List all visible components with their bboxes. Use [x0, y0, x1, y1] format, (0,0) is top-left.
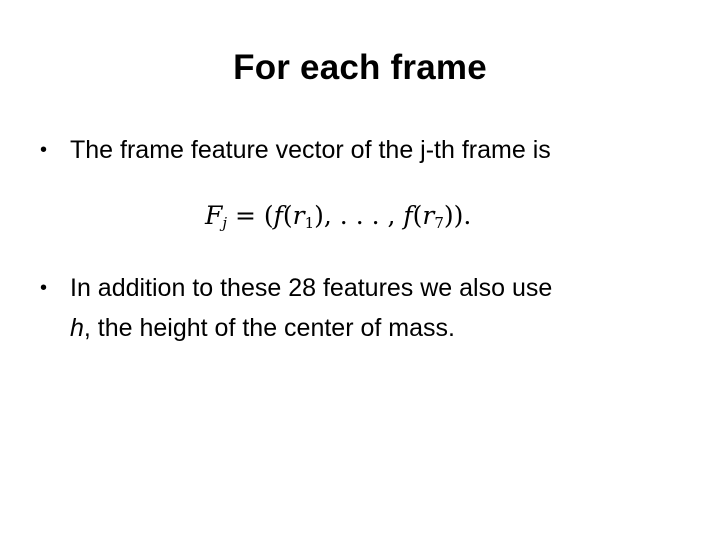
bullet-text-line2: , the height of the center of mass. — [83, 314, 455, 342]
formula-paren-open-1: ( — [282, 201, 293, 230]
feature-vector-formula: Fj = (f(r1), . . . , f(r7)). — [205, 196, 471, 243]
formula-f1: f — [273, 201, 283, 230]
formula-open: ( — [263, 201, 274, 230]
bullet-text-line1: In addition to these 28 features we also… — [70, 274, 553, 302]
bullet-item: • The frame feature vector of the j-th f… — [40, 130, 670, 170]
bullet-text: In addition to these 28 features we also… — [70, 268, 670, 348]
formula-arg2-sub: 7 — [434, 214, 444, 232]
formula-paren-open-2: ( — [412, 201, 423, 230]
bullet-marker: • — [40, 277, 48, 299]
formula-arg1-sub: 1 — [304, 214, 315, 232]
formula-lhs-var: F — [205, 201, 223, 230]
variable-h: h — [70, 314, 84, 342]
formula-arg2-var: r — [422, 201, 435, 230]
slide-title: For each frame — [233, 48, 487, 87]
bullet-text: The frame feature vector of the j-th fra… — [70, 136, 551, 164]
formula-equals: = — [227, 201, 264, 230]
formula-sep: ), . . . , — [314, 201, 404, 230]
formula-f2: f — [403, 201, 413, 230]
formula-arg1-var: r — [292, 201, 305, 230]
bullet-item: • In addition to these 28 features we al… — [40, 268, 670, 348]
bullet-marker: • — [40, 139, 48, 161]
formula-close: )). — [443, 201, 472, 230]
